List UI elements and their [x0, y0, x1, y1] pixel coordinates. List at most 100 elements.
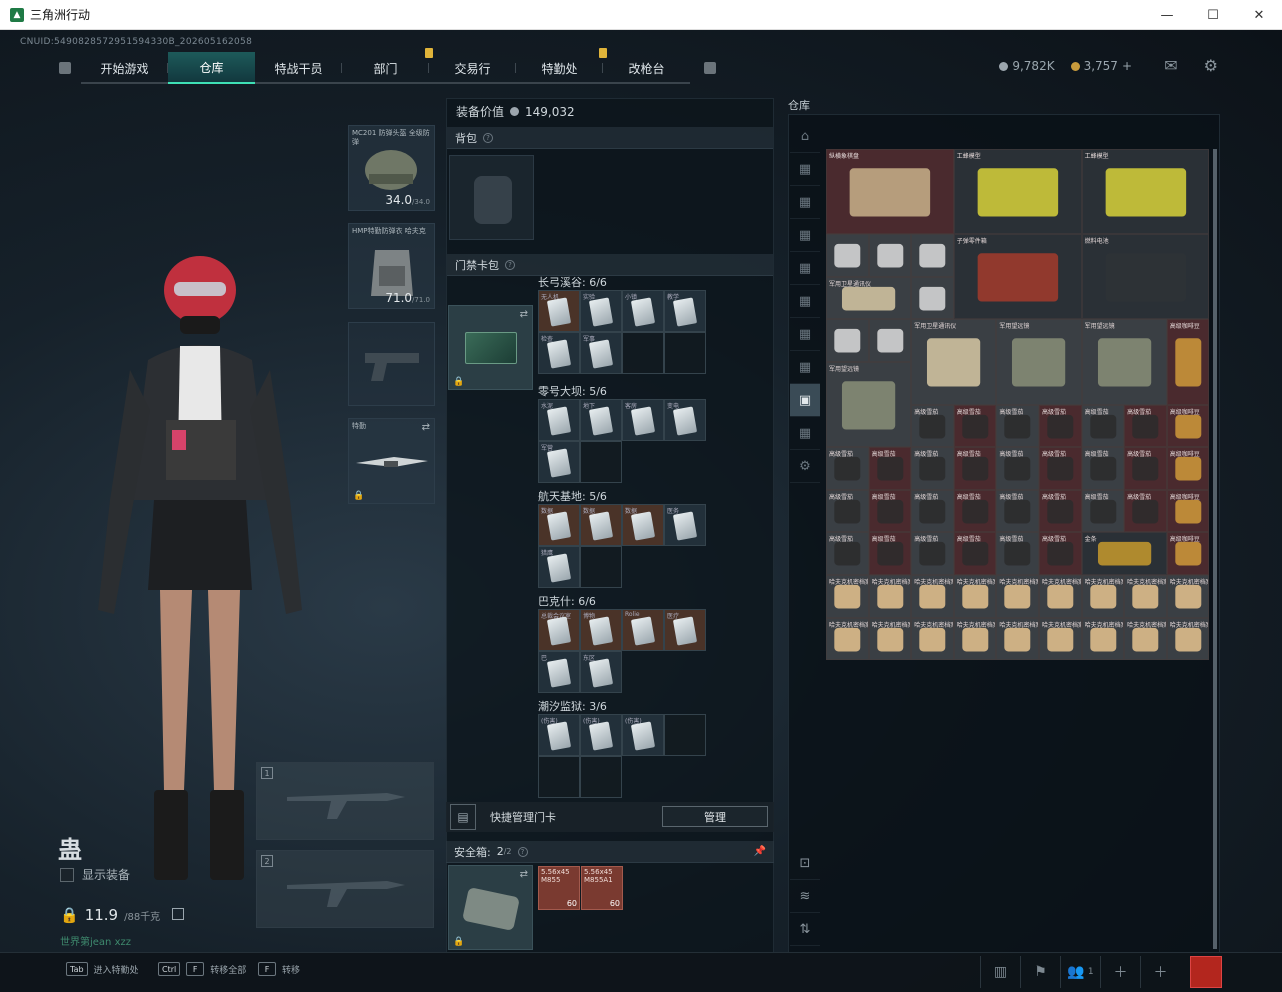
- stash-tab-2-icon[interactable]: ▦: [790, 186, 820, 219]
- empty-keycard-slot[interactable]: [538, 756, 580, 798]
- stash-tab-8-icon[interactable]: ▣: [790, 384, 820, 417]
- keycard-item[interactable]: 军营: [538, 441, 580, 483]
- stash-item[interactable]: 高级雪茄: [953, 489, 997, 533]
- avatar[interactable]: [1190, 956, 1222, 988]
- stash-item[interactable]: 高级雪茄: [1081, 447, 1125, 490]
- stash-item[interactable]: [868, 319, 912, 362]
- pistol-slot[interactable]: [348, 322, 435, 406]
- keycard-item[interactable]: 巴: [538, 651, 580, 693]
- keycard-item[interactable]: 检查: [538, 332, 580, 374]
- stash-tab-4-icon[interactable]: ▦: [790, 252, 820, 285]
- hint-enter-special-ops[interactable]: Tab 进入特勤处: [66, 962, 139, 976]
- empty-keycard-slot[interactable]: [664, 714, 706, 756]
- add-slot-2-icon[interactable]: ＋: [1140, 956, 1180, 988]
- keycard-item[interactable]: 军事: [580, 332, 622, 374]
- stash-item[interactable]: 哈夫克机密档案: [1081, 574, 1125, 618]
- backpack-slot[interactable]: [449, 155, 534, 240]
- stash-item[interactable]: 高级雪茄: [1124, 447, 1167, 490]
- ammo-item[interactable]: 5.56x45 M855A1 60: [581, 866, 623, 910]
- swap-icon[interactable]: ⇄: [422, 422, 430, 433]
- stash-item[interactable]: 高级雪茄: [911, 404, 954, 448]
- empty-keycard-slot[interactable]: [664, 332, 706, 374]
- stash-item[interactable]: 工蜂模型: [953, 149, 1082, 235]
- keycard-item[interactable]: 无人机: [538, 290, 580, 332]
- stash-item[interactable]: 哈夫克机密档案: [1038, 574, 1082, 618]
- stash-item[interactable]: 哈夫克机密档案: [911, 574, 954, 618]
- nav-prev-icon[interactable]: [59, 62, 71, 74]
- stats-icon[interactable]: ▥: [980, 956, 1020, 988]
- scrollbar-thumb[interactable]: [1213, 149, 1217, 949]
- stash-item[interactable]: 高级咖啡豆: [1166, 319, 1210, 405]
- stash-item[interactable]: 哈夫克机密档案: [1124, 617, 1167, 661]
- show-gear-toggle[interactable]: 显示装备: [60, 866, 130, 883]
- stash-item[interactable]: 高级咖啡豆: [1166, 532, 1210, 575]
- stash-item[interactable]: 高级雪茄: [996, 447, 1039, 490]
- keycard-item[interactable]: (伤害): [622, 714, 664, 756]
- stash-item[interactable]: 燃料电池: [1081, 234, 1210, 320]
- stash-scrollbar[interactable]: [1213, 149, 1217, 949]
- stash-item[interactable]: [868, 234, 912, 277]
- keycard-item[interactable]: 数据: [580, 504, 622, 546]
- help-icon[interactable]: ?: [505, 259, 515, 270]
- help-icon[interactable]: ?: [483, 132, 493, 143]
- close-button[interactable]: ✕: [1236, 0, 1282, 30]
- keycard-item[interactable]: 总裁会议室: [538, 609, 580, 651]
- keycard-item[interactable]: 东区: [580, 651, 622, 693]
- show-gear-checkbox[interactable]: [60, 867, 74, 882]
- stash-sort-icon[interactable]: ⇅: [790, 913, 820, 946]
- stash-item[interactable]: 哈夫克机密档案: [826, 574, 869, 618]
- stash-item[interactable]: 高级雪茄: [911, 489, 954, 533]
- stash-item[interactable]: 高级雪茄: [996, 489, 1039, 533]
- armor-slot[interactable]: HMP特勤防弹衣 哈夫克 71.0/71.0: [348, 223, 435, 309]
- keycard-item[interactable]: 小镇: [622, 290, 664, 332]
- stash-item[interactable]: 军用望远镜: [1081, 319, 1167, 405]
- keycard-bag-item[interactable]: ⇄ 🔒: [448, 305, 533, 390]
- pin-icon[interactable]: 📌: [754, 846, 766, 857]
- stash-item[interactable]: 高级雪茄: [1124, 489, 1167, 533]
- keycard-item[interactable]: 医疗: [664, 609, 706, 651]
- stash-item[interactable]: 高级咖啡豆: [1166, 489, 1210, 533]
- keycard-item[interactable]: (伤害): [538, 714, 580, 756]
- hint-transfer-all[interactable]: Ctrl F 转移全部: [158, 962, 246, 976]
- stash-item[interactable]: 军用望远镜: [996, 319, 1082, 405]
- keycard-item[interactable]: (伤害): [580, 714, 622, 756]
- stash-item[interactable]: 哈夫克机密档案: [868, 574, 912, 618]
- keycard-item[interactable]: 变电: [664, 399, 706, 441]
- hint-transfer[interactable]: F 转移: [258, 962, 300, 976]
- stash-item[interactable]: 哈夫克机密档案: [868, 617, 912, 661]
- stash-item[interactable]: [911, 234, 954, 277]
- keycard-item[interactable]: Rolie: [622, 609, 664, 651]
- stash-item[interactable]: 高级雪茄: [1038, 404, 1082, 448]
- stash-item[interactable]: 高级咖啡豆: [1166, 404, 1210, 448]
- stash-item[interactable]: 高级雪茄: [1038, 489, 1082, 533]
- keycard-item[interactable]: 医务: [664, 504, 706, 546]
- stash-item[interactable]: 高级雪茄: [868, 532, 912, 575]
- stash-tab-3-icon[interactable]: ▦: [790, 219, 820, 252]
- minimize-button[interactable]: —: [1144, 0, 1190, 30]
- stash-item[interactable]: 高级咖啡豆: [1166, 447, 1210, 490]
- keycard-item[interactable]: 数据: [538, 504, 580, 546]
- stash-item[interactable]: 哈夫克机密档案: [1124, 574, 1167, 618]
- empty-keycard-slot[interactable]: [580, 441, 622, 483]
- nav-next-icon[interactable]: [704, 62, 716, 74]
- stash-item[interactable]: 哈夫克机密档案: [1081, 617, 1125, 661]
- ammo-item[interactable]: 5.56x45 M855 60: [538, 866, 580, 910]
- stash-item[interactable]: [826, 234, 869, 277]
- settings-gear-icon[interactable]: ⚙: [1204, 56, 1218, 75]
- stash-item[interactable]: 高级雪茄: [826, 489, 869, 533]
- stash-item[interactable]: [826, 319, 869, 362]
- swap-icon[interactable]: ⇄: [520, 869, 528, 880]
- safe-box-item[interactable]: ⇄ 🔒: [448, 865, 533, 950]
- stash-item[interactable]: 哈夫克机密档案: [953, 617, 997, 661]
- tab-trade[interactable]: 交易行: [429, 52, 516, 84]
- tab-gunsmith[interactable]: 改枪台: [603, 52, 690, 84]
- add-slot-1-icon[interactable]: ＋: [1100, 956, 1140, 988]
- keycard-item[interactable]: 实验: [580, 290, 622, 332]
- stash-item[interactable]: 军用卫星通讯仪: [911, 319, 997, 405]
- stash-expand-icon[interactable]: ⊡: [790, 847, 820, 880]
- empty-keycard-slot[interactable]: [580, 756, 622, 798]
- stash-item[interactable]: 工蜂模型: [1081, 149, 1210, 235]
- empty-keycard-slot[interactable]: [622, 332, 664, 374]
- stash-tab-7-icon[interactable]: ▦: [790, 351, 820, 384]
- stash-item[interactable]: 哈夫克机密档案: [953, 574, 997, 618]
